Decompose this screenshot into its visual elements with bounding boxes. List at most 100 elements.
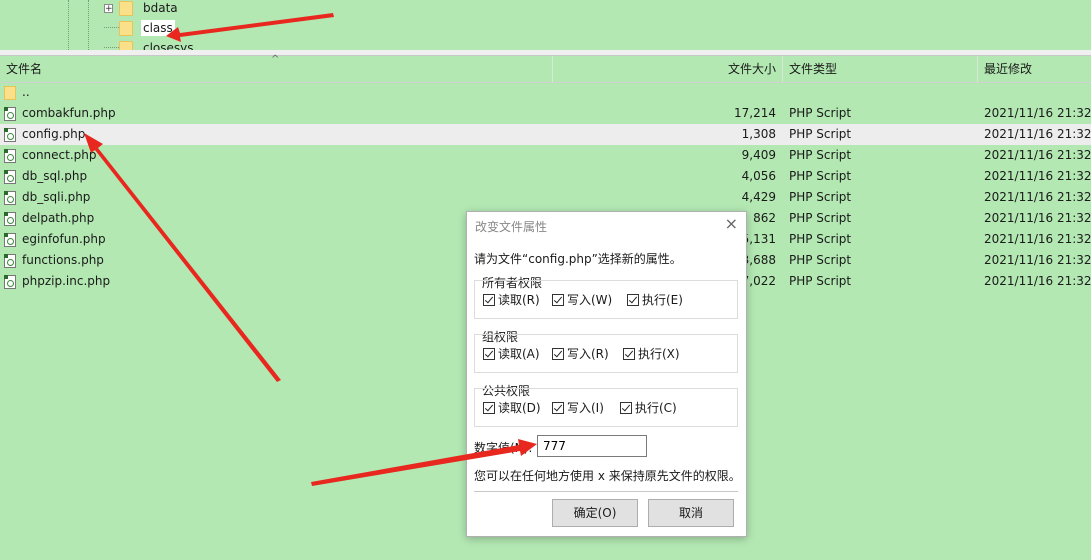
expand-plus-icon[interactable]: +: [104, 3, 113, 13]
file-type: PHP Script: [789, 169, 852, 183]
owner-write-checkbox[interactable]: 写入(W): [552, 291, 612, 308]
folder-icon: [4, 85, 16, 100]
file-row[interactable]: db_sql.php 4,056 PHP Script 2021/11/16 21:3…: [0, 166, 1091, 187]
folder-icon: [119, 40, 133, 50]
file-type: PHP Script: [789, 148, 852, 162]
file-name: eginfofun.php: [22, 232, 106, 246]
php-file-icon: [4, 274, 16, 289]
file-name: combakfun.php: [22, 106, 116, 120]
cancel-button[interactable]: 取消: [648, 499, 734, 527]
php-file-icon: [4, 169, 16, 184]
file-name: connect.php: [22, 148, 97, 162]
numeric-value-label: 数字值(N):: [474, 441, 533, 455]
php-file-icon: [4, 106, 16, 121]
php-file-icon: [4, 211, 16, 226]
column-header-modified[interactable]: 最近修改: [978, 56, 1091, 82]
php-file-icon: [4, 253, 16, 268]
tree-item-bdata[interactable]: + bdata: [104, 0, 180, 18]
checkbox-checked-icon: [483, 293, 495, 306]
file-name: delpath.php: [22, 211, 95, 225]
list-item-parent-dir[interactable]: ..: [0, 82, 1091, 103]
group-read-checkbox[interactable]: 读取(A): [483, 345, 540, 362]
file-modified: 2021/11/16 21:32:34: [984, 211, 1091, 225]
name-cell: eginfofun.php: [4, 229, 544, 250]
file-name: phpzip.inc.php: [22, 274, 111, 288]
checkbox-checked-icon: [552, 293, 564, 306]
folder-icon: [119, 20, 133, 36]
file-size: 4,429: [741, 190, 776, 204]
public-permissions-group: 读取(D) 写入(I) 执行(C): [474, 388, 738, 427]
group-exec-checkbox[interactable]: 执行(X): [623, 345, 680, 362]
file-size: 9,409: [741, 148, 776, 162]
checkbox-checked-icon: [552, 347, 564, 360]
checkbox-label: 读取(D): [498, 401, 541, 415]
checkbox-label: 读取(R): [498, 293, 540, 307]
tree-connector: [104, 47, 119, 49]
file-name: ..: [22, 85, 30, 99]
file-name: db_sql.php: [22, 169, 88, 183]
checkbox-checked-icon: [552, 401, 564, 414]
file-name: config.php: [22, 127, 86, 141]
column-header-name[interactable]: 文件名: [0, 56, 553, 82]
owner-read-checkbox[interactable]: 读取(R): [483, 291, 540, 308]
public-read-checkbox[interactable]: 读取(D): [483, 399, 541, 416]
group-write-checkbox[interactable]: 写入(R): [552, 345, 609, 362]
file-modified: 2021/11/16 21:32:34: [984, 127, 1091, 141]
checkbox-checked-icon: [620, 401, 632, 414]
list-header: ^ 文件名 文件大小 文件类型 最近修改: [0, 54, 1091, 83]
column-header-size[interactable]: 文件大小: [553, 56, 783, 82]
numeric-value-input[interactable]: [537, 435, 647, 457]
change-attributes-dialog: 改变文件属性 × 请为文件“config.php”选择新的属性。 所有者权限 读…: [466, 211, 747, 537]
name-cell: combakfun.php: [4, 103, 544, 124]
php-file-icon: [4, 148, 16, 163]
tree-item-class[interactable]: class: [104, 18, 175, 38]
name-cell: ..: [4, 82, 544, 103]
checkbox-label: 执行(E): [642, 293, 683, 307]
owner-exec-checkbox[interactable]: 执行(E): [627, 291, 683, 308]
dialog-prompt: 请为文件“config.php”选择新的属性。: [474, 252, 682, 266]
file-modified: 2021/11/16 21:32:34: [984, 253, 1091, 267]
file-row[interactable]: connect.php 9,409 PHP Script 2021/11/16 21:…: [0, 145, 1091, 166]
checkbox-label: 执行(X): [638, 347, 680, 361]
tree-guide-line: [88, 0, 89, 50]
php-file-icon: [4, 190, 16, 205]
checkbox-label: 写入(W): [567, 293, 613, 307]
file-row[interactable]: combakfun.php 17,214 PHP Script 2021/11/16 …: [0, 103, 1091, 124]
group-permissions-group: 读取(A) 写入(R) 执行(X): [474, 334, 738, 373]
tree-item-label: closesys: [143, 41, 194, 50]
folder-icon: [119, 0, 133, 16]
public-exec-checkbox[interactable]: 执行(C): [620, 399, 677, 416]
file-type: PHP Script: [789, 127, 852, 141]
file-modified: 2021/11/16 21:32:34: [984, 274, 1091, 288]
file-type: PHP Script: [789, 274, 852, 288]
directory-tree: + bdata class closesys: [0, 0, 1091, 50]
tree-item-closesys[interactable]: closesys: [104, 38, 196, 50]
file-row[interactable]: config.php 1,308 PHP Script 2021/11/16 21:3…: [0, 124, 1091, 145]
owner-permissions-group: 读取(R) 写入(W) 执行(E): [474, 280, 738, 319]
checkbox-checked-icon: [627, 293, 639, 306]
file-row[interactable]: db_sqli.php 4,429 PHP Script 2021/11/16 21:…: [0, 187, 1091, 208]
name-cell: db_sqli.php: [4, 187, 544, 208]
php-file-icon: [4, 232, 16, 247]
hint-text: 您可以在任何地方使用 x 来保持原先文件的权限。: [474, 469, 741, 483]
file-type: PHP Script: [789, 106, 852, 120]
name-cell: config.php: [4, 124, 544, 145]
checkbox-checked-icon: [483, 401, 495, 414]
file-name: functions.php: [22, 253, 104, 267]
checkbox-label: 执行(C): [635, 401, 677, 415]
tree-guide-line: [68, 0, 69, 50]
ok-button[interactable]: 确定(O): [552, 499, 638, 527]
file-modified: 2021/11/16 21:32:34: [984, 169, 1091, 183]
public-write-checkbox[interactable]: 写入(I): [552, 399, 604, 416]
checkbox-checked-icon: [483, 347, 495, 360]
column-header-type[interactable]: 文件类型: [783, 56, 978, 82]
php-file-icon: [4, 127, 16, 142]
file-modified: 2021/11/16 21:32:34: [984, 232, 1091, 246]
close-icon[interactable]: ×: [725, 214, 738, 233]
name-cell: functions.php: [4, 250, 544, 271]
checkbox-label: 读取(A): [498, 347, 540, 361]
file-name: db_sqli.php: [22, 190, 91, 204]
dialog-title: 改变文件属性: [475, 220, 548, 234]
name-cell: connect.php: [4, 145, 544, 166]
file-type: PHP Script: [789, 190, 852, 204]
